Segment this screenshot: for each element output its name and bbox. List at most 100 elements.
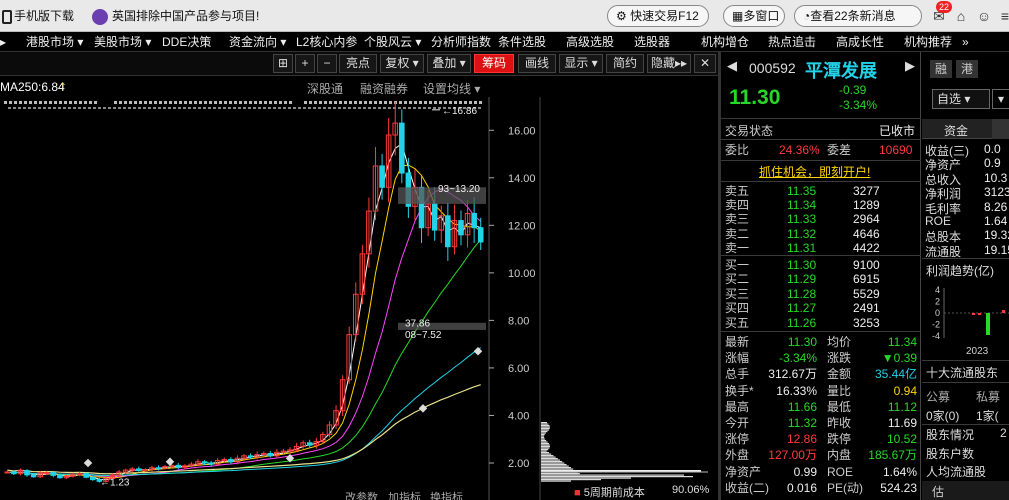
ratio-label: 委比 <box>725 143 750 157</box>
edit-params-button[interactable]: 改参数 <box>345 489 378 500</box>
event-marker <box>144 101 147 104</box>
stat-value: 35.44亿 <box>874 367 917 382</box>
menu-growth[interactable]: 高成长性 <box>836 34 884 50</box>
menu-condition[interactable]: 条件选股 <box>498 34 546 50</box>
dropdown-arrow-icon[interactable]: ▾ <box>992 89 1009 109</box>
menu-icon[interactable]: ≡ <box>996 7 1009 25</box>
close-icon[interactable]: ✕ <box>694 54 716 73</box>
event-marker <box>84 101 87 104</box>
fin-value: 19.32 <box>984 228 1009 243</box>
menu-fund-flow[interactable]: 资金流向 ▾ <box>229 34 286 50</box>
menu-dde[interactable]: DDE决策 <box>162 34 211 50</box>
hk-tag[interactable]: 港 <box>956 60 978 78</box>
chip-bar <box>541 449 549 451</box>
ma-setting-tool[interactable]: 设置均线 ▾ <box>423 80 480 97</box>
stat-value: 11.34 <box>887 335 917 349</box>
kline-chart[interactable]: 2.00 4.00 6.00 8.00 10.00 12.00 14.00 16.00 ←16… <box>0 97 718 500</box>
candles <box>4 101 484 483</box>
menu-hk-market[interactable]: 港股市场 ▾ <box>26 34 83 50</box>
zoom-in-icon[interactable]: + <box>295 54 315 73</box>
event-marker <box>359 101 362 104</box>
open-account-link[interactable]: 抓住机会，即刻开户! <box>759 163 870 180</box>
event-marker <box>69 101 72 104</box>
candle-body <box>136 468 142 472</box>
candle-body <box>11 471 17 475</box>
watchlist-select[interactable]: 自选 ▾ <box>932 89 990 109</box>
menu-institution-add[interactable]: 机构增仓 <box>701 34 749 50</box>
chip-bar <box>541 453 552 455</box>
change-indicator-button[interactable]: 换指标 <box>430 489 463 500</box>
event-marker <box>53 107 56 109</box>
margin-tool[interactable]: 融资融券 <box>360 80 408 97</box>
adjust-button[interactable]: 复权 ▾ <box>380 54 424 73</box>
grid-icon[interactable]: ⊞ <box>273 54 293 73</box>
event-marker <box>409 101 412 104</box>
event-marker <box>304 101 307 104</box>
multi-window-button[interactable]: ▦多窗口 <box>723 5 785 27</box>
event-marker <box>444 101 447 104</box>
event-marker <box>34 101 37 104</box>
user-icon[interactable]: ☺ <box>975 7 993 25</box>
hide-button[interactable]: 隐藏▸▸ <box>647 54 691 73</box>
valuation-tab[interactable]: 估 <box>922 481 1009 500</box>
prev-stock-icon[interactable]: ◀ <box>727 58 737 74</box>
event-marker <box>408 107 411 109</box>
chip-distribution <box>541 422 708 482</box>
per-capita-link[interactable]: 人均流通股 <box>926 463 986 480</box>
event-marker <box>374 101 377 104</box>
trade-status-label: 交易状态 <box>725 124 774 138</box>
menu-left-arrow[interactable]: ▸ <box>0 34 6 50</box>
chip-bar <box>541 461 563 463</box>
bid-level-label: 买四 <box>725 301 750 316</box>
menu-advanced[interactable]: 高级选股 <box>566 34 614 50</box>
price-change-pct: -3.34% <box>839 98 878 112</box>
add-indicator-button[interactable]: 加指标 <box>388 489 421 500</box>
menu-analyst[interactable]: 分析师指数 <box>431 34 491 50</box>
arrow-up-icon: ↑ <box>60 78 67 93</box>
quick-trade-button[interactable]: ⚙ 快速交易F12 <box>607 5 709 27</box>
draw-line-button[interactable]: 画线 <box>518 54 556 73</box>
highlight-button[interactable]: 亮点 <box>339 54 377 73</box>
menu-stock-news[interactable]: 个股风云 ▾ <box>364 34 421 50</box>
display-button[interactable]: 显示 ▾ <box>559 54 603 73</box>
price-tick-label: 2.00 <box>508 458 529 470</box>
chip-bar <box>541 422 547 424</box>
next-stock-icon[interactable]: ▶ <box>905 58 915 74</box>
overlay-button[interactable]: 叠加 ▾ <box>427 54 471 73</box>
price-annotation: 08~7.52 <box>405 330 442 341</box>
chips-button[interactable]: 筹码 <box>474 54 514 73</box>
menu-institution-rec[interactable]: 机构推荐 <box>904 34 952 50</box>
ask-volume: 4422 <box>853 240 880 255</box>
home-icon[interactable]: ⌂ <box>952 7 970 25</box>
holder-count-link[interactable]: 股东户数 <box>926 445 974 462</box>
event-marker <box>24 101 27 104</box>
simple-button[interactable]: 简约 <box>606 54 644 73</box>
ad-banner[interactable]: 英国排除中国产品参与项目! <box>92 6 259 26</box>
ask-level-label: 卖四 <box>725 198 750 213</box>
ask-level-label: 卖一 <box>725 240 750 255</box>
menu-screener[interactable]: 选股器 <box>634 34 670 50</box>
hk-connect-tool[interactable]: 深股通 <box>307 80 343 97</box>
menu-us-market[interactable]: 美股市场 ▾ <box>94 34 151 50</box>
news-button[interactable]: ◔查看22条新消息 <box>794 5 922 27</box>
holders-col-public: 公募 <box>926 390 951 404</box>
margin-tag[interactable]: 融 <box>930 60 952 78</box>
ma250-label: MA250:6.84 <box>0 80 65 94</box>
event-marker <box>28 107 31 109</box>
menu-hotspot[interactable]: 热点追击 <box>768 34 816 50</box>
chip-percent: 90.06% <box>672 484 710 496</box>
mobile-download-link[interactable]: 手机版下载 <box>2 6 74 26</box>
event-marker <box>178 107 181 109</box>
fund-tab[interactable]: 资金 <box>922 119 1009 139</box>
zoom-out-icon[interactable]: − <box>317 54 337 73</box>
menu-more[interactable]: » <box>962 34 969 50</box>
stat-label: ROE <box>827 464 854 479</box>
ask-price: 11.31 <box>787 240 817 255</box>
event-marker <box>348 107 351 109</box>
profit-year: 2023 <box>966 346 989 357</box>
kline-svg: 2.00 4.00 6.00 8.00 10.00 12.00 14.00 16.00 ←16… <box>4 97 708 500</box>
chip-bar <box>541 473 580 475</box>
price-tick-label: 6.00 <box>508 363 529 375</box>
holder-info-link[interactable]: 股东情况 <box>926 426 974 443</box>
menu-l2[interactable]: L2核心内参 <box>296 34 357 50</box>
